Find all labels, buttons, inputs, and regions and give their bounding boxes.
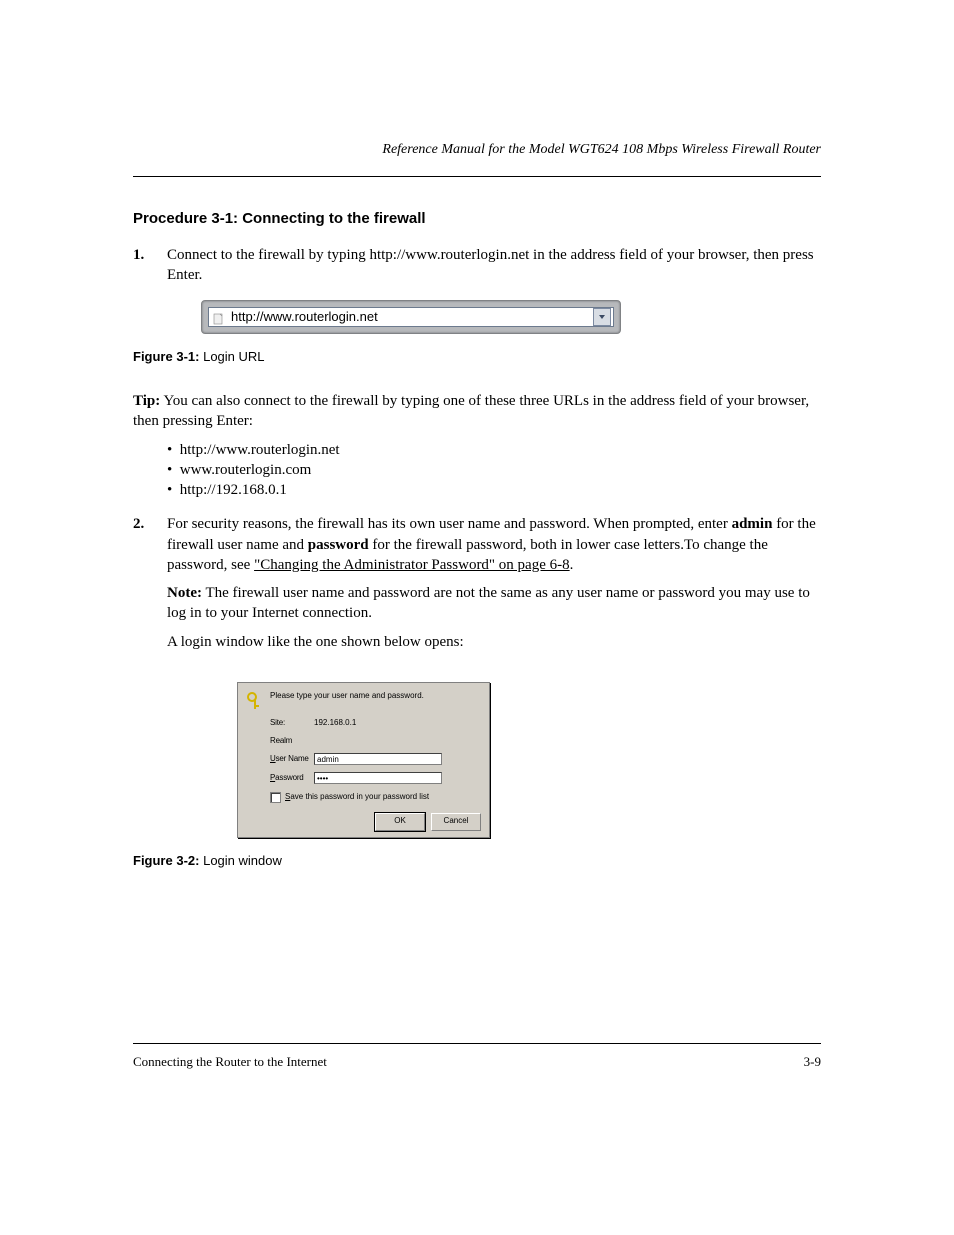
cancel-button[interactable]: Cancel [431,813,481,831]
figure-address-bar: http://www.routerlogin.net [201,300,621,334]
key-icon [246,691,264,711]
step-1: Connect to the firewall by typing http:/… [133,245,821,500]
chevron-down-icon [598,313,606,321]
step-2: For security reasons, the firewall has i… [133,514,821,870]
save-password-checkbox[interactable] [270,792,281,803]
site-label: Site: [270,718,314,729]
username-label: User Name [270,754,314,765]
footer-page-number: 3-9 [804,1054,821,1070]
ok-button[interactable]: OK [375,813,425,831]
tip-label: Tip: [133,393,160,409]
address-bar-text: http://www.routerlogin.net [231,308,593,326]
note-label: Note: [167,585,202,601]
procedure-title: Procedure 3-1: Connecting to the firewal… [133,210,821,227]
browser-address-bar[interactable]: http://www.routerlogin.net [208,307,614,327]
header-rule [133,176,821,177]
page-footer: Connecting the Router to the Internet 3-… [133,1054,821,1070]
password-label: Password [270,773,314,784]
dropdown-button[interactable] [593,308,611,326]
username-input[interactable] [314,753,442,765]
note-followup: A login window like the one shown below … [167,632,821,652]
site-value: 192.168.0.1 [314,718,356,729]
realm-label: Realm [270,736,314,747]
page-icon [213,311,225,323]
dialog-prompt: Please type your user name and password. [270,691,424,702]
page-header: Reference Manual for the Model WGT624 10… [133,142,821,158]
tip-url-1: http://www.routerlogin.net [180,442,340,458]
tip-text: You can also connect to the firewall by … [133,393,809,429]
password-input[interactable] [314,772,442,784]
figure-3-2-caption: Figure 3-2: Login window [133,852,821,870]
note-text: The firewall user name and password are … [167,585,810,621]
tip-url-3: http://192.168.0.1 [180,482,287,498]
save-password-label: Save this password in your password list [285,792,429,803]
tip-url-2: www.routerlogin.com [180,462,312,478]
footer-section: Connecting the Router to the Internet [133,1054,327,1070]
footer-rule [133,1043,821,1044]
figure-3-1-caption: Figure 3-1: Login URL [133,348,821,366]
figure-login-dialog: Please type your user name and password.… [237,682,490,839]
